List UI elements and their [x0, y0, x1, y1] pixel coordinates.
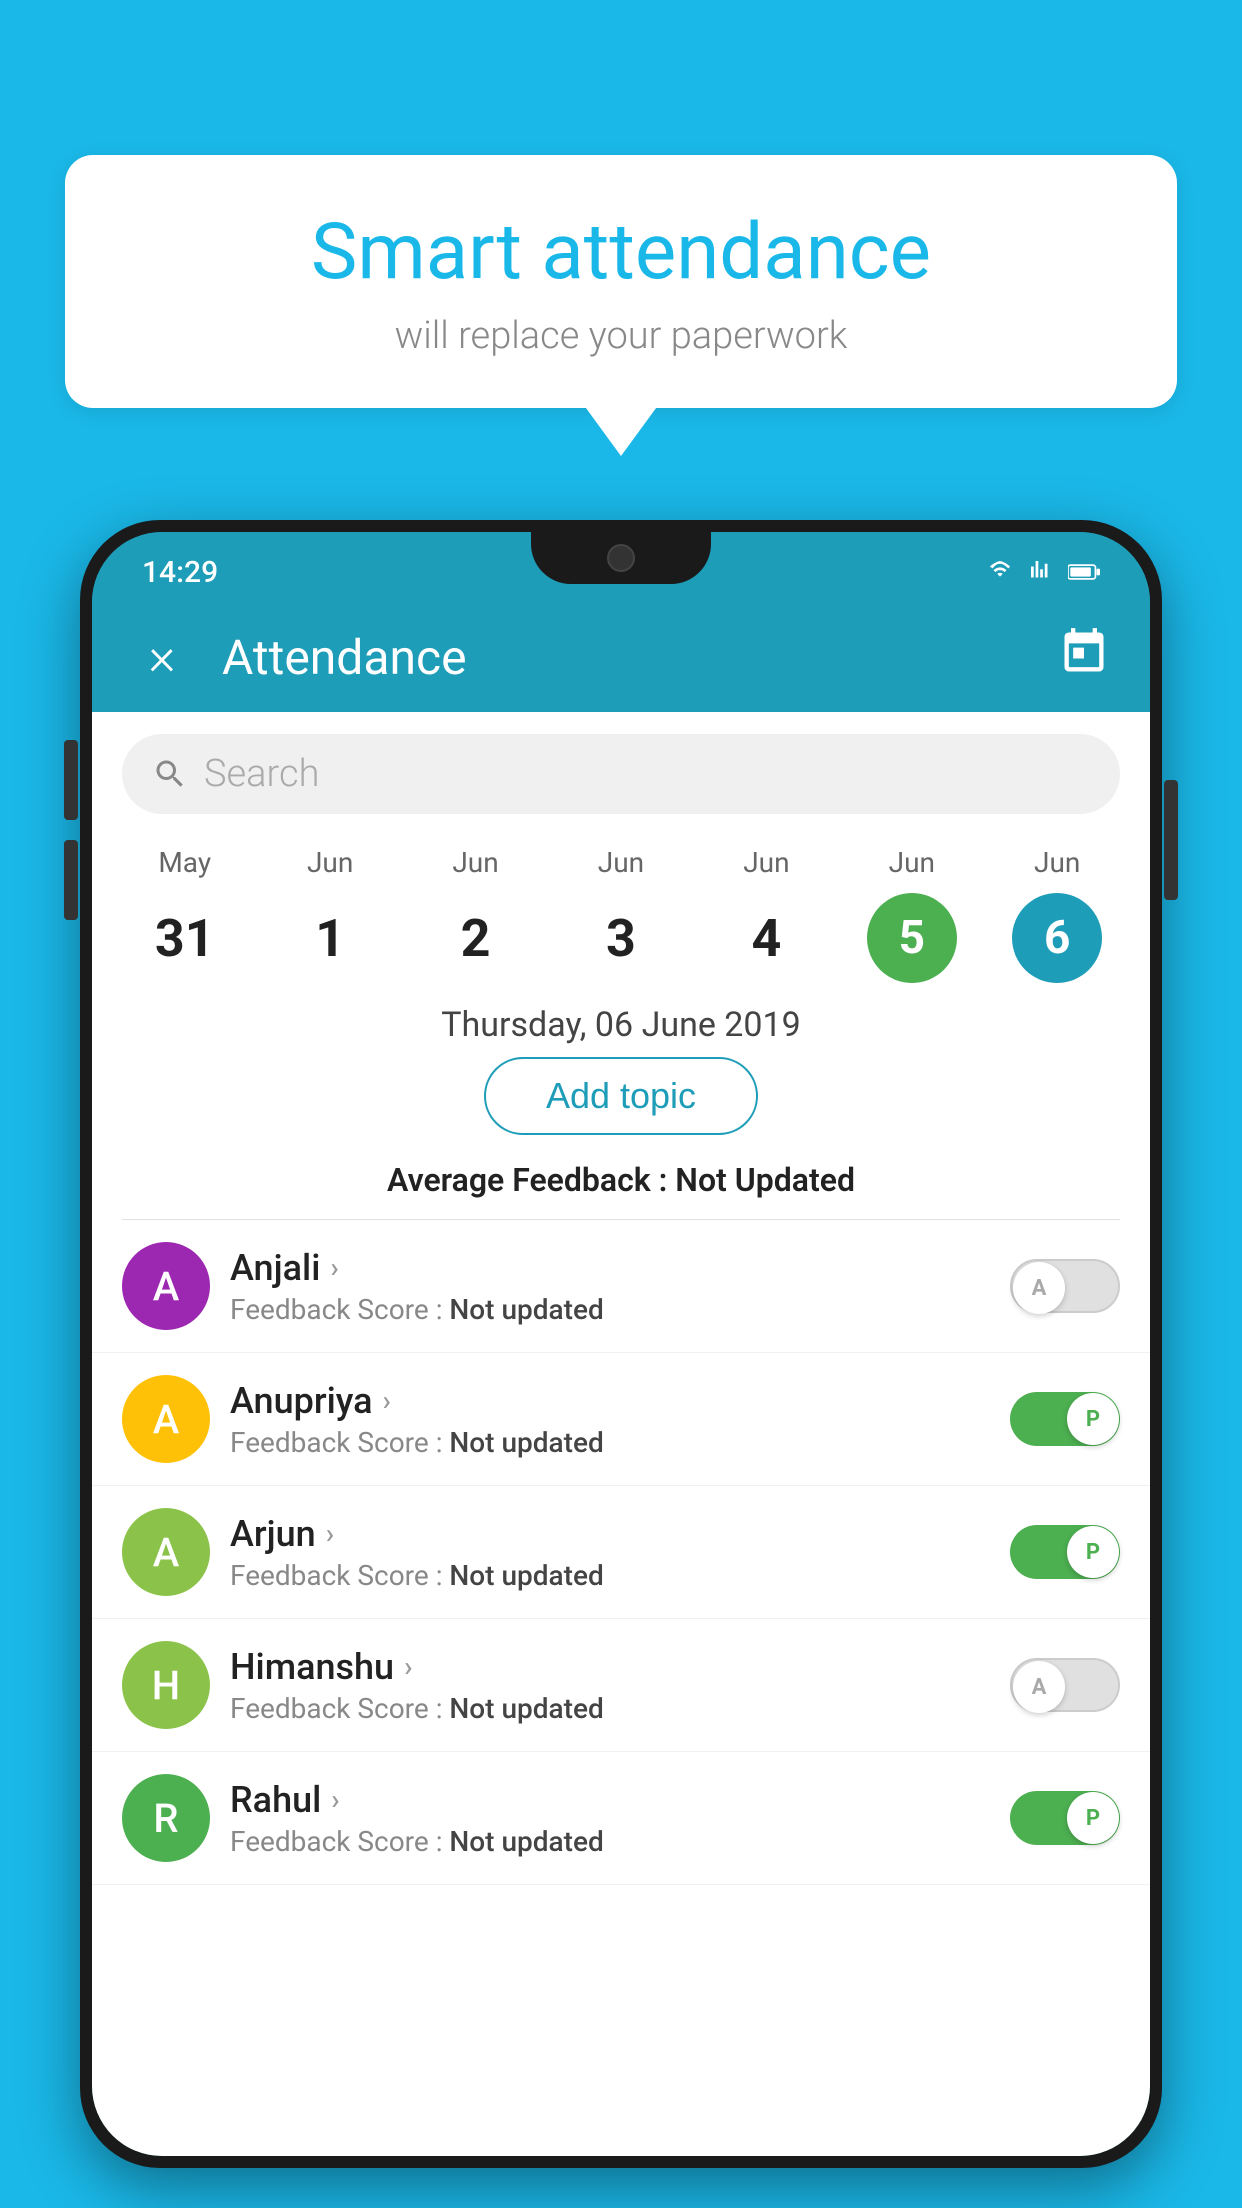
student-item[interactable]: A Anjali › Feedback Score : Not updated A	[92, 1220, 1150, 1353]
attendance-toggle[interactable]: P	[1010, 1791, 1120, 1845]
cal-month: Jun	[743, 846, 789, 879]
student-avatar: A	[122, 1375, 210, 1463]
student-name: Anjali ›	[230, 1247, 990, 1289]
attendance-toggle[interactable]: A	[1010, 1658, 1120, 1712]
student-item[interactable]: R Rahul › Feedback Score : Not updated P	[92, 1752, 1150, 1885]
phone-screen: 14:29 × Attendance	[92, 532, 1150, 2156]
search-placeholder: Search	[204, 752, 319, 796]
student-avatar: A	[122, 1242, 210, 1330]
cal-month: May	[158, 846, 211, 879]
attendance-toggle[interactable]: P	[1010, 1392, 1120, 1446]
student-avatar: R	[122, 1774, 210, 1862]
signal-icon	[1026, 561, 1058, 583]
speech-bubble: Smart attendance will replace your paper…	[65, 155, 1177, 408]
wifi-icon	[984, 561, 1016, 583]
power-button	[1164, 780, 1178, 900]
calendar-strip: May 31 Jun 1 Jun 2 Jun 3 Jun 4 Jun 5 Jun 6	[92, 836, 1150, 983]
student-info: Himanshu › Feedback Score : Not updated	[210, 1646, 1010, 1725]
student-avatar: H	[122, 1641, 210, 1729]
cal-month: Jun	[598, 846, 644, 879]
student-name: Himanshu ›	[230, 1646, 990, 1688]
cal-date[interactable]: 4	[721, 893, 811, 983]
phone-frame: 14:29 × Attendance	[80, 520, 1162, 2168]
student-list: AAnjali ›Feedback Score : Not updatedAAA…	[92, 1220, 1150, 1885]
calendar-day[interactable]: Jun 5	[857, 846, 967, 983]
search-bar[interactable]: Search	[122, 734, 1120, 814]
cal-month: Jun	[889, 846, 935, 879]
calendar-day[interactable]: Jun 4	[711, 846, 821, 983]
main-content: Search May 31 Jun 1 Jun 2 Jun 3 Jun 4 Jun 5 Jun 6 Thu…	[92, 712, 1150, 2156]
student-feedback: Feedback Score : Not updated	[230, 1293, 990, 1326]
attendance-toggle[interactable]: A	[1010, 1259, 1120, 1313]
student-feedback: Feedback Score : Not updated	[230, 1825, 990, 1858]
phone-notch	[531, 532, 711, 584]
student-feedback: Feedback Score : Not updated	[230, 1559, 990, 1592]
battery-icon	[1068, 561, 1100, 583]
cal-date[interactable]: 5	[867, 893, 957, 983]
cal-date[interactable]: 31	[140, 893, 230, 983]
cal-month: Jun	[307, 846, 353, 879]
add-topic-button[interactable]: Add topic	[484, 1057, 758, 1135]
bubble-title: Smart attendance	[125, 210, 1117, 296]
student-feedback: Feedback Score : Not updated	[230, 1426, 990, 1459]
cal-date[interactable]: 6	[1012, 893, 1102, 983]
search-icon	[152, 756, 188, 792]
calendar-day[interactable]: Jun 6	[1002, 846, 1112, 983]
toggle-knob: P	[1067, 1526, 1119, 1578]
chevron-right-icon: ›	[383, 1384, 391, 1417]
chevron-right-icon: ›	[326, 1517, 334, 1550]
student-name: Anupriya ›	[230, 1380, 990, 1422]
toggle-knob: P	[1067, 1792, 1119, 1844]
selected-date-label: Thursday, 06 June 2019	[92, 983, 1150, 1057]
search-container: Search	[92, 712, 1150, 836]
calendar-day[interactable]: Jun 2	[421, 846, 531, 983]
chevron-right-icon: ›	[331, 1783, 339, 1816]
cal-month: Jun	[452, 846, 498, 879]
student-info: Anjali › Feedback Score : Not updated	[210, 1247, 1010, 1326]
student-feedback: Feedback Score : Not updated	[230, 1692, 990, 1725]
status-icons	[984, 561, 1100, 583]
cal-date[interactable]: 1	[285, 893, 375, 983]
student-info: Rahul › Feedback Score : Not updated	[210, 1779, 1010, 1858]
bubble-subtitle: will replace your paperwork	[125, 314, 1117, 358]
volume-up-button	[64, 740, 78, 820]
cal-month: Jun	[1034, 846, 1080, 879]
student-name: Arjun ›	[230, 1513, 990, 1555]
toggle-knob: A	[1013, 1262, 1065, 1314]
calendar-day[interactable]: Jun 1	[275, 846, 385, 983]
student-name: Rahul ›	[230, 1779, 990, 1821]
volume-down-button	[64, 840, 78, 920]
chevron-right-icon: ›	[330, 1251, 338, 1284]
student-item[interactable]: H Himanshu › Feedback Score : Not updated A	[92, 1619, 1150, 1752]
speech-bubble-container: Smart attendance will replace your paper…	[65, 155, 1177, 408]
toggle-knob: P	[1067, 1393, 1119, 1445]
app-bar: × Attendance	[92, 602, 1150, 712]
student-item[interactable]: A Arjun › Feedback Score : Not updated P	[92, 1486, 1150, 1619]
avg-feedback: Average Feedback : Not Updated	[92, 1153, 1150, 1219]
toggle-knob: A	[1013, 1661, 1065, 1713]
app-bar-title: Attendance	[222, 629, 1028, 686]
chevron-right-icon: ›	[404, 1650, 412, 1683]
status-time: 14:29	[142, 555, 218, 590]
attendance-toggle[interactable]: P	[1010, 1525, 1120, 1579]
student-info: Arjun › Feedback Score : Not updated	[210, 1513, 1010, 1592]
calendar-day[interactable]: Jun 3	[566, 846, 676, 983]
calendar-button[interactable]	[1058, 626, 1110, 689]
student-item[interactable]: A Anupriya › Feedback Score : Not updated P	[92, 1353, 1150, 1486]
calendar-day[interactable]: May 31	[130, 846, 240, 983]
close-button[interactable]: ×	[132, 631, 192, 683]
front-camera	[607, 544, 635, 572]
student-info: Anupriya › Feedback Score : Not updated	[210, 1380, 1010, 1459]
cal-date[interactable]: 3	[576, 893, 666, 983]
cal-date[interactable]: 2	[431, 893, 521, 983]
student-avatar: A	[122, 1508, 210, 1596]
